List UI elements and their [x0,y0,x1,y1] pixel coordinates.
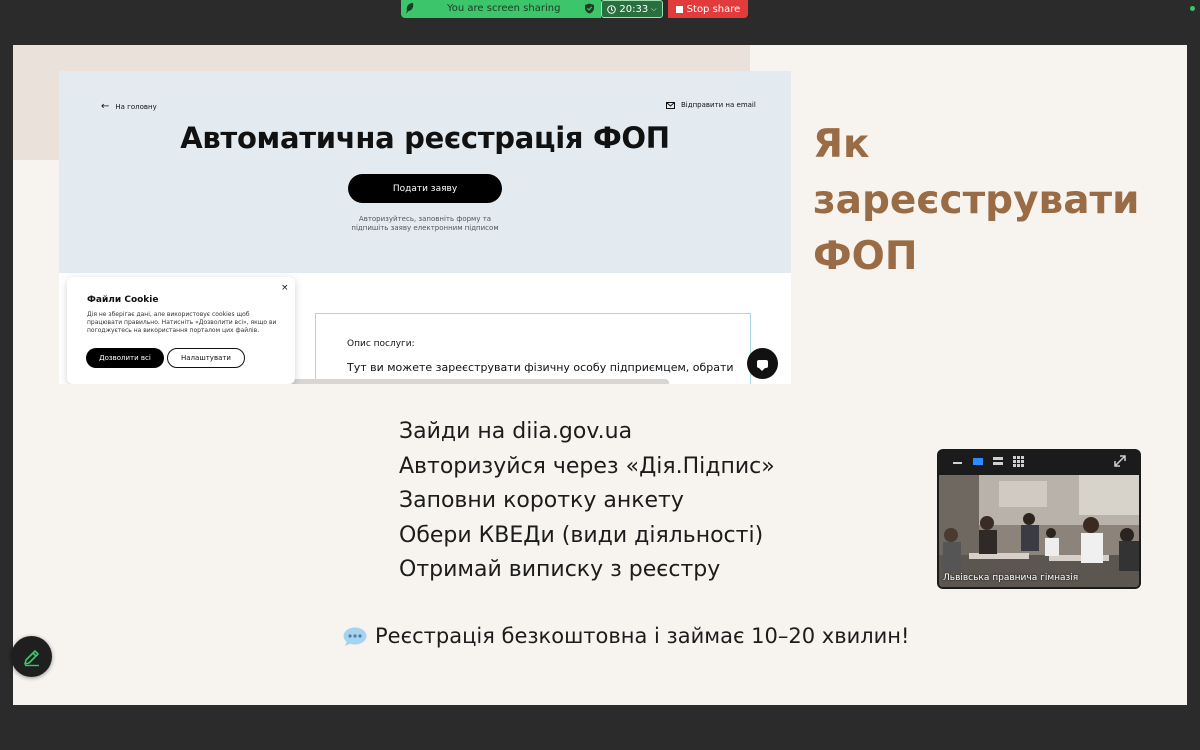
apply-hint: Авторизуйтесь, заповніть форму та підпиш… [59,215,791,233]
service-description-label: Опис послуги: [347,339,415,349]
site-page-title: Автоматична реєстрація ФОП [180,121,670,155]
chat-button[interactable] [747,348,778,379]
steps-list: Зайди на diia.gov.ua Авторизуйся через «… [399,415,775,588]
service-description-text: Тут ви можете зареєструвати фізичну особ… [347,361,734,374]
website-screenshot: ← На головну Відправити на email Автомат… [59,71,791,384]
footer-note-text: Реєстрація безкоштовна і займає 10–20 хв… [375,624,910,648]
cookie-settings-button[interactable]: Налаштувати [167,348,245,368]
annotate-pencil-button[interactable] [11,636,52,677]
send-email-link[interactable]: Відправити на email [666,101,756,109]
video-participant-name: Львівська правнича гімназія [943,573,1079,583]
recording-indicator [1190,6,1195,11]
cookie-allow-all-button[interactable]: Дозволити всі [86,348,164,368]
share-timer-value: 20:33 [619,3,649,15]
stop-share-button[interactable]: Stop share [668,0,748,18]
share-status-label: You are screen sharing [447,3,561,14]
stop-icon [675,5,683,13]
chat-bubble-icon [757,359,768,371]
slide-heading-line: ФОП [813,234,918,279]
list-item: Отримай виписку з реєстру [399,557,721,582]
apply-hint-line: підпишіть заяву електронним підписом [351,224,499,232]
footer-note: Реєстрація безкоштовна і займає 10–20 хв… [343,624,909,648]
envelope-icon [666,101,675,109]
screen-share-bar: You are screen sharing 20:33 ⌵ Stop shar… [401,0,748,18]
pencil-icon [23,649,39,666]
clock-icon [607,4,617,14]
apply-button[interactable]: Подати заяву [348,174,502,203]
speech-bubble-icon [343,627,367,646]
list-item: Авторизуйся через «Дія.Підпис» [399,453,775,479]
arrow-left-icon: ← [101,101,110,112]
share-status: You are screen sharing [401,0,601,18]
apply-hint-line: Авторизуйтесь, заповніть форму та [358,215,492,223]
slide-heading-line: Як [813,122,870,167]
list-item: Зайди на diia.gov.ua [399,419,633,444]
presentation-slide: ← На головну Відправити на email Автомат… [13,45,1187,705]
stop-share-label: Stop share [686,3,741,15]
send-email-label: Відправити на email [681,101,756,109]
slide-heading-line: зареєструвати [813,178,1140,223]
video-feed [939,475,1139,587]
chevron-down-icon: ⌵ [651,4,657,13]
zoom-leaf-icon [406,3,414,13]
back-link[interactable]: ← На головну [101,101,157,112]
share-timer-button[interactable]: 20:33 ⌵ [601,0,663,18]
video-toolbar [953,455,1126,467]
back-link-label: На головну [115,102,157,111]
slide-heading: Як зареєструвати ФОП [813,117,1139,285]
list-item: Обери КВЕДи (види діяльності) [399,522,764,548]
cookie-title: Файли Cookie [87,295,159,305]
shield-check-icon [585,3,594,14]
cookie-text: Дія не зберігає дані, але використовує c… [87,311,277,334]
close-icon[interactable]: × [281,283,289,293]
list-item: Заповни коротку анкету [399,488,684,513]
cookie-popup: Файли Cookie × Дія не зберігає дані, але… [67,277,295,384]
video-panel[interactable]: Львівська правнича гімназія [937,449,1141,589]
